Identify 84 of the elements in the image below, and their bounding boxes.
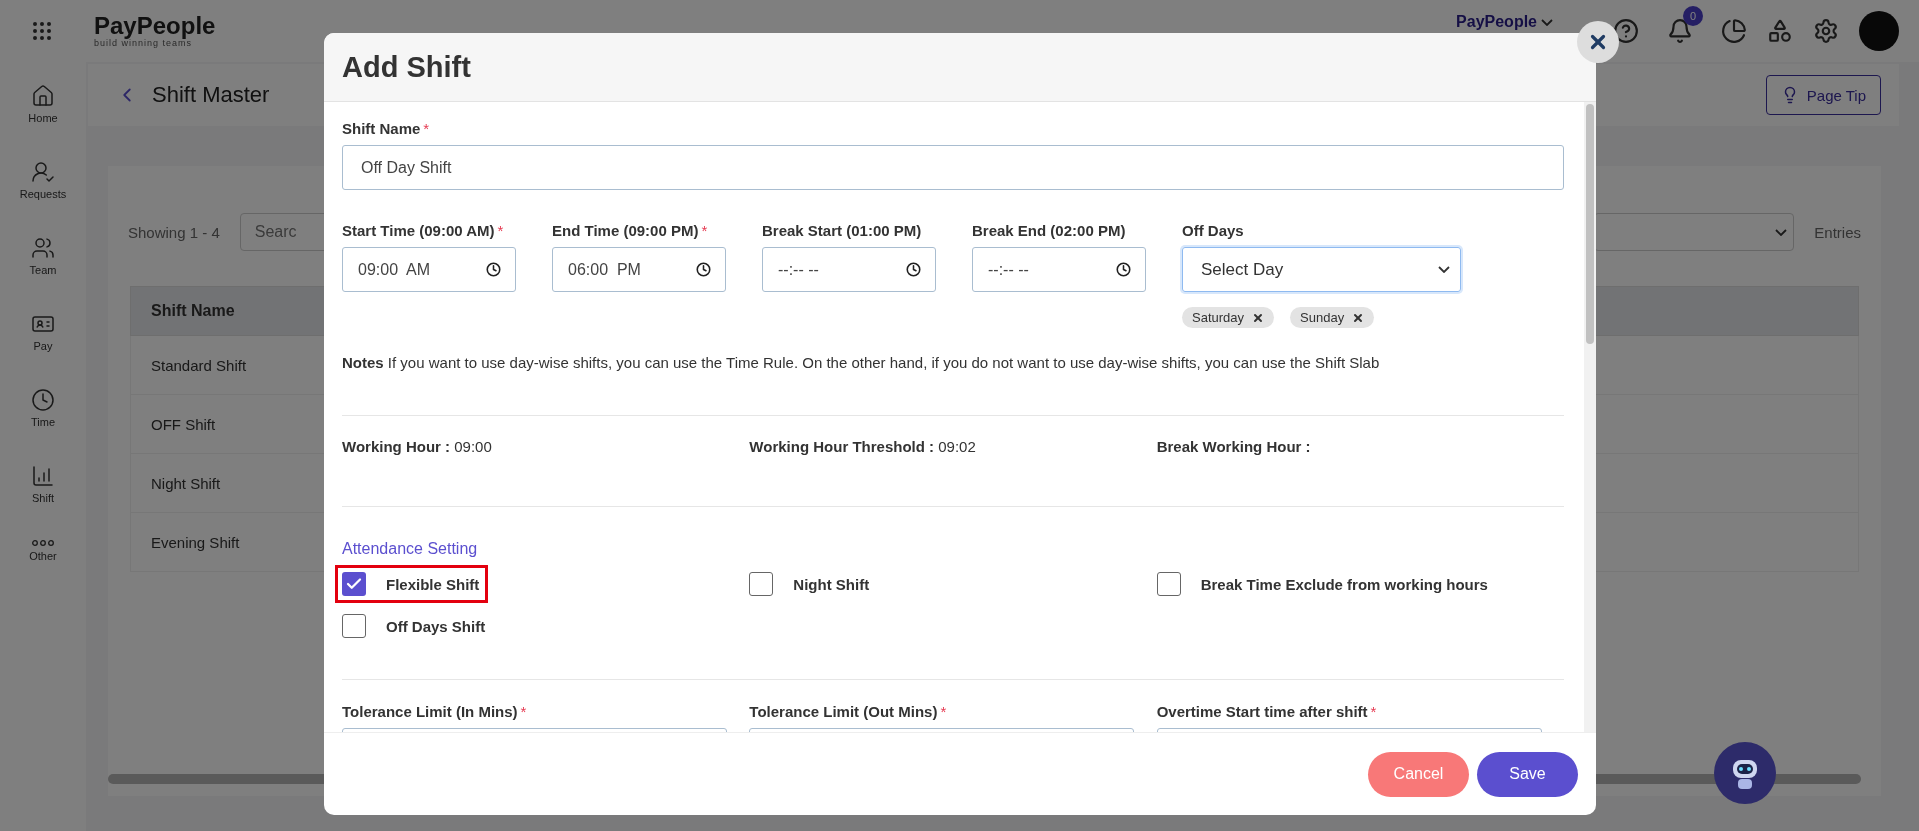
notes-text: Notes If you want to use day-wise shifts, you can use the Time Rule. On the other hand, if you do not want to use day-wise shifts, you can use the Shift Slab (342, 354, 1381, 371)
save-button[interactable]: Save (1477, 751, 1578, 797)
team-icon (31, 236, 55, 260)
remove-icon[interactable] (1252, 311, 1265, 324)
field-label: Shift Name * (342, 120, 431, 137)
checkbox[interactable] (1156, 572, 1181, 596)
checkbox-label: Night Shift (793, 575, 870, 593)
requests-icon (31, 160, 55, 184)
clock-icon (906, 262, 921, 277)
required-mark: * (423, 120, 430, 137)
field-label: Start Time (09:00 AM) * (342, 222, 505, 239)
notification-badge: 0 (1683, 6, 1703, 26)
sidebar-label: Home (28, 112, 58, 124)
checkbox[interactable] (749, 572, 774, 596)
required-mark: * (1370, 703, 1377, 720)
apps-grid-icon[interactable] (30, 19, 54, 43)
field-label: Off Days (1182, 222, 1245, 239)
settings-icon[interactable] (1813, 18, 1839, 44)
summary-text: Working Hour : 09:00 (342, 438, 493, 455)
checkbox-label: Flexible Shift (386, 575, 480, 593)
sidebar-label: Shift (32, 492, 54, 504)
pie-chart-icon[interactable] (1721, 18, 1747, 44)
section-title: Attendance Setting (342, 540, 479, 558)
home-icon (31, 84, 55, 108)
field-label: Break Start (01:00 PM) (762, 222, 923, 239)
checkbox-label: Break Time Exclude from working hours (1200, 575, 1488, 593)
required-mark: * (701, 222, 708, 239)
clock-icon (486, 262, 501, 277)
field-label: Tolerance Limit (Out Mins) * (749, 703, 948, 720)
clock-icon (1116, 262, 1131, 277)
shapes-icon[interactable] (1767, 18, 1793, 44)
sidebar-item[interactable]: Time (30, 388, 55, 428)
sidebar-label: Time (30, 416, 55, 428)
summary-text: Working Hour Threshold : 09:02 (749, 438, 977, 455)
checkbox-label: Off Days Shift (386, 617, 486, 635)
field-label: End Time (09:00 PM) * (552, 222, 709, 239)
sidebar-label: Other (29, 550, 57, 562)
required-mark: * (940, 703, 947, 720)
logo-tagline: build winning teams (94, 38, 193, 48)
time-icon (31, 388, 55, 412)
required-mark: * (497, 222, 504, 239)
field-label: Tolerance Limit (In Mins) * (342, 703, 528, 720)
required-mark: * (520, 703, 527, 720)
remove-icon[interactable] (1352, 311, 1365, 324)
time-field[interactable]: --:-- -- (762, 247, 936, 292)
dialog-title: Add Shift (342, 50, 471, 84)
bell-icon[interactable] (1667, 18, 1693, 44)
time-field[interactable]: 06:00 PM (552, 247, 726, 292)
field-label: Break End (02:00 PM) (972, 222, 1127, 239)
checkbox[interactable] (342, 572, 366, 596)
sidebar-item[interactable]: Requests (19, 160, 67, 200)
sidebar-item[interactable]: Team (29, 236, 57, 276)
help-icon[interactable] (1613, 18, 1639, 44)
sidebar-item[interactable]: Shift (31, 464, 55, 504)
shift-icon (31, 464, 55, 488)
page-tip-button[interactable]: Page Tip (1765, 75, 1881, 115)
sidebar-item[interactable]: Other (29, 540, 57, 562)
chevron-icon (1775, 228, 1788, 236)
other-icon (32, 540, 54, 546)
sidebar-label: Pay (33, 340, 53, 352)
sidebar-label: Team (29, 264, 57, 276)
sidebar-item[interactable]: Pay (31, 312, 55, 352)
chevron-icon (1438, 266, 1450, 273)
checkbox[interactable] (342, 614, 366, 638)
summary-text: Break Working Hour : (1156, 438, 1312, 455)
shift-name-field[interactable]: Off Day Shift (342, 145, 1564, 190)
off-days-select[interactable]: Select Day (1182, 247, 1461, 292)
organization-switcher[interactable]: PayPeople (1456, 13, 1553, 31)
sidebar-label: Requests (19, 188, 67, 200)
showing-count: Showing 1 - 4 (128, 223, 220, 241)
logo: PayPeople (94, 14, 216, 38)
entries-label: Entries (1814, 223, 1861, 241)
time-field[interactable]: 09:00 AM (342, 247, 516, 292)
cancel-button[interactable]: Cancel (1368, 751, 1469, 797)
sidebar-item[interactable]: Home (28, 84, 58, 124)
user-avatar[interactable] (1859, 11, 1899, 51)
page-title: Shift Master (152, 82, 270, 108)
day-tag: Sunday (1290, 307, 1375, 328)
scrollbar[interactable] (1586, 104, 1594, 344)
clock-icon (696, 262, 711, 277)
field-label: Overtime Start time after shift * (1156, 703, 1378, 720)
time-field[interactable]: --:-- -- (972, 247, 1146, 292)
day-tag: Saturday (1182, 307, 1275, 328)
chevron-icon (1541, 18, 1553, 26)
